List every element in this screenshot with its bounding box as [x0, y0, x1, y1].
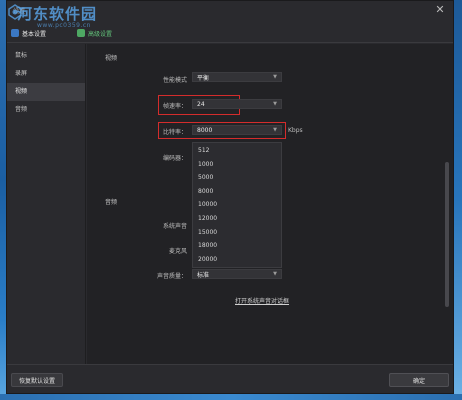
advanced-settings-icon: [77, 29, 85, 37]
quality-value: 标准: [197, 271, 210, 279]
microphone-label: 麦克风: [168, 248, 187, 255]
settings-icon: [11, 29, 19, 37]
ok-button[interactable]: 确定: [389, 373, 449, 387]
sidebar-item-recording[interactable]: 录屏: [7, 65, 85, 83]
list-item[interactable]: 8000: [193, 185, 281, 199]
watermark-url: www.pc0359.cn: [37, 22, 91, 29]
sidebar: 鼠标 录屏 视频 音频: [7, 44, 86, 364]
audio-section-title: 音频: [105, 199, 118, 206]
desktop-bottom-edge: [0, 394, 462, 400]
list-item[interactable]: 1000: [193, 158, 281, 172]
bitrate-unit: Kbps: [288, 127, 303, 134]
perf-mode-label: 性能模式: [162, 77, 187, 84]
chevron-down-icon: ▼: [273, 101, 277, 107]
fps-value: 24: [197, 100, 205, 108]
chevron-down-icon: ▼: [273, 127, 277, 133]
list-item[interactable]: 18000: [193, 239, 281, 253]
bitrate-value: 8000: [197, 126, 213, 134]
sidebar-item-mouse[interactable]: 鼠标: [7, 47, 85, 65]
watermark-text: 河东软件园: [17, 5, 98, 23]
close-icon[interactable]: ✕: [433, 3, 447, 17]
perf-mode-select[interactable]: 平衡 ▼: [192, 72, 282, 82]
reset-defaults-button[interactable]: 恢复默认设置: [11, 373, 63, 387]
settings-dialog: 设置 ✕ 基本设置 高级设置 河东软件园 www.pc0359.cn 鼠标 录屏…: [6, 0, 454, 394]
fps-label: 帧速率：: [162, 103, 187, 110]
encoder-label: 编码器：: [162, 155, 187, 162]
sidebar-item-video[interactable]: 视频: [7, 83, 85, 101]
quality-label: 声音质量：: [156, 273, 187, 280]
list-item[interactable]: 10000: [193, 198, 281, 212]
list-item[interactable]: 512: [193, 144, 281, 158]
sidebar-item-audio[interactable]: 音频: [7, 101, 85, 119]
perf-mode-value: 平衡: [197, 74, 210, 82]
chevron-down-icon: ▼: [273, 271, 277, 277]
chevron-down-icon: ▼: [273, 74, 277, 80]
settings-content: 视频 性能模式 平衡 ▼ 帧速率： 24 ▼ 比特率： 8000 ▼ Kbps …: [87, 44, 453, 364]
tab-advanced-label: 高级设置: [88, 30, 113, 38]
bitrate-options-list: 512 1000 5000 8000 10000 12000 15000 180…: [192, 142, 282, 268]
video-section-title: 视频: [105, 55, 118, 62]
list-item[interactable]: 5000: [193, 171, 281, 185]
bitrate-label: 比特率：: [162, 129, 187, 136]
scrollbar[interactable]: [445, 162, 449, 307]
list-item[interactable]: 12000: [193, 212, 281, 226]
desktop-right-edge: [454, 0, 462, 400]
system-sound-label: 系统声音: [162, 223, 187, 230]
footer: 恢复默认设置 确定: [7, 364, 453, 393]
fps-select[interactable]: 24 ▼: [192, 99, 282, 109]
bitrate-select[interactable]: 8000 ▼: [192, 125, 282, 135]
list-item[interactable]: 20000: [193, 253, 281, 267]
open-system-sound-link[interactable]: 打开系统声音对话框: [235, 296, 289, 305]
list-item[interactable]: 15000: [193, 226, 281, 240]
quality-select[interactable]: 标准 ▼: [192, 269, 282, 279]
tab-basic-label: 基本设置: [22, 30, 47, 38]
